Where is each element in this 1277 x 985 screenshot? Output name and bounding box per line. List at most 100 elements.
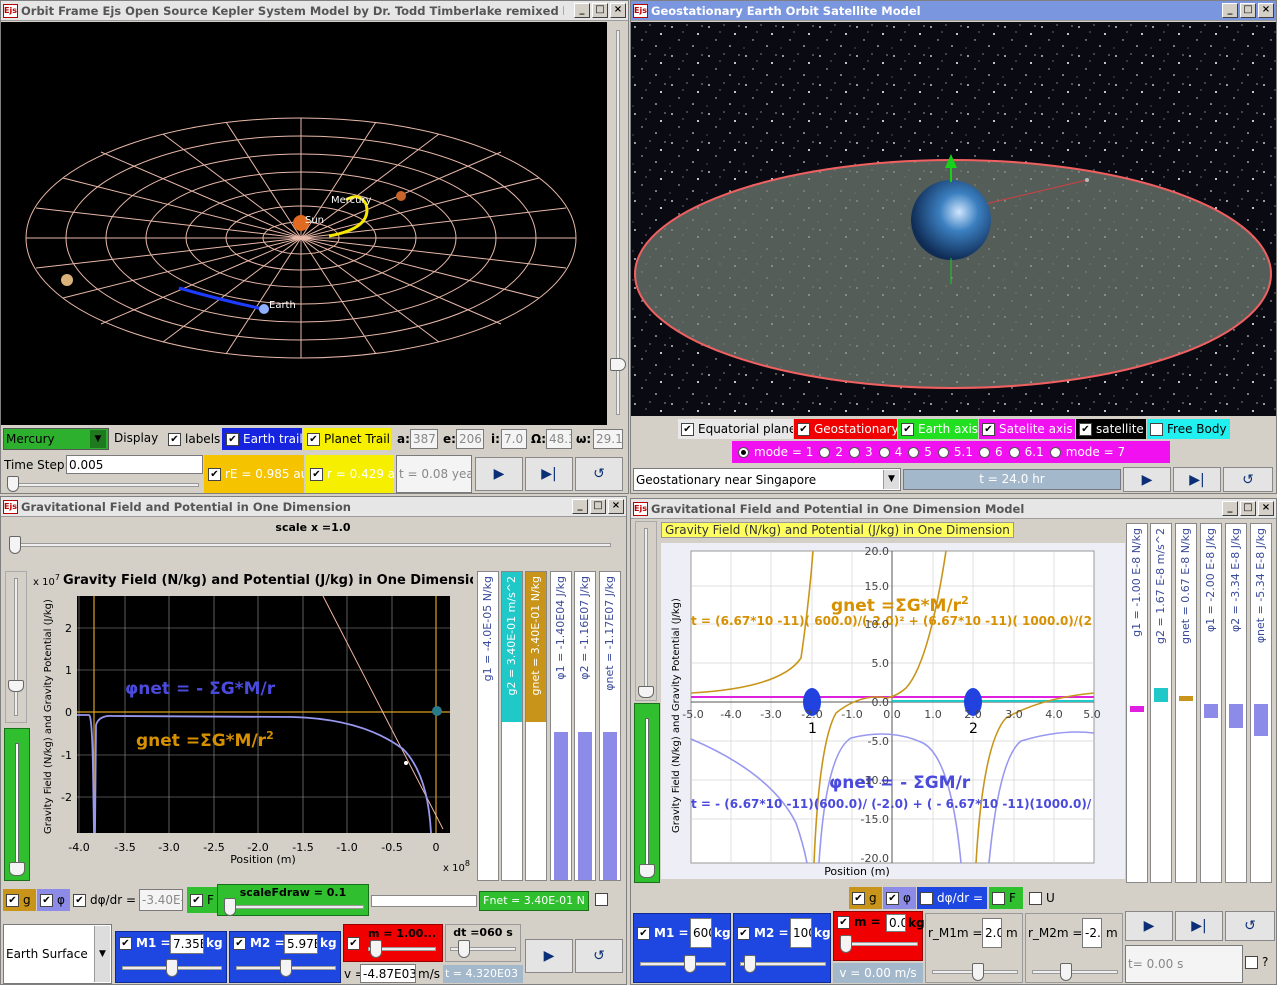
M1-slider[interactable] [166, 959, 178, 977]
dt-slider[interactable]: dt =060 s [445, 924, 521, 962]
M1-field[interactable]: 7.35E [170, 934, 204, 954]
mode-6-1-radio[interactable] [1008, 446, 1020, 458]
close-button[interactable]: × [610, 3, 626, 18]
m-slider[interactable] [370, 940, 382, 958]
M1-field[interactable]: 600 [690, 918, 712, 948]
mode-6-radio[interactable] [979, 446, 991, 458]
satellite-3d-view[interactable] [631, 22, 1277, 416]
labels-checkbox[interactable]: ✔ labels [164, 428, 224, 450]
M2-slider[interactable] [280, 959, 292, 977]
m-field[interactable]: 0.0 [886, 914, 906, 932]
maximize-button[interactable]: □ [1240, 3, 1256, 18]
minimize-button[interactable]: _ [572, 499, 588, 514]
mode-5-radio[interactable] [908, 446, 920, 458]
equatorial-plane-checkbox[interactable]: ✔ Equatorial plane [678, 419, 793, 439]
g-checkbox[interactable]: ✔ g [3, 889, 36, 911]
rM1m-field[interactable]: 2.0 [982, 918, 1002, 948]
checkmark-icon[interactable]: ✔ [347, 937, 360, 950]
reset-button[interactable]: ↺ [1223, 467, 1273, 492]
orbit-3d-view[interactable]: Sun Mercury Earth [1, 22, 607, 425]
dphidr-checkbox[interactable]: ✔ dφ/dr = [73, 889, 136, 911]
rM1m-slider[interactable] [972, 963, 984, 981]
mode-1-radio[interactable] [738, 446, 749, 458]
omega-field[interactable]: 29.1 [593, 429, 623, 449]
rM2m-field[interactable]: -2.0 [1082, 918, 1102, 948]
mode-7-radio[interactable] [1049, 446, 1061, 458]
gravity-model-plot[interactable]: 1 2 gnet =ΣG*M/r2 t = (6.67*10 -11)( 600… [661, 543, 1125, 879]
checkmark-icon: ✔ [73, 893, 86, 907]
mode-4-radio[interactable] [878, 446, 890, 458]
M1-slider[interactable] [684, 955, 696, 973]
checkmark-icon[interactable]: ✔ [637, 926, 650, 940]
F-checkbox[interactable]: F [989, 887, 1023, 909]
minimize-button[interactable]: _ [1222, 501, 1238, 516]
m-slider[interactable] [840, 935, 852, 953]
close-button[interactable]: × [608, 499, 624, 514]
scale-slider[interactable]: scale x =1.0 [3, 519, 623, 561]
planet-trail-checkbox[interactable]: ✔ Planet Trail [303, 428, 391, 450]
rM2m-slider[interactable] [1060, 963, 1072, 981]
i-field[interactable]: 7.0 [501, 429, 527, 449]
play-button[interactable]: ▶ [1123, 467, 1171, 492]
timestep-field[interactable]: 0.005 [66, 455, 203, 474]
preset-select[interactable]: Geostationary near Singapore ▼ [633, 468, 901, 491]
earth-trail-checkbox[interactable]: ✔ Earth trail [222, 428, 302, 450]
extra-checkbox[interactable] [595, 893, 612, 906]
U-checkbox[interactable]: U [1029, 887, 1055, 909]
geostationary-checkbox[interactable]: ✔ Geostationary [794, 419, 897, 439]
dphidr-field: -3.40E- [139, 889, 183, 911]
reset-button[interactable]: ↺ [575, 457, 623, 491]
help-checkbox[interactable]: ? [1245, 955, 1268, 969]
play-button[interactable]: ▶ [525, 939, 573, 973]
close-button[interactable]: × [1258, 501, 1274, 516]
green-vertical-slider[interactable] [4, 728, 30, 881]
planet-select[interactable]: Mercury ▼ [3, 428, 109, 450]
maximize-button[interactable]: □ [1240, 501, 1256, 516]
checkmark-icon[interactable]: ✔ [233, 936, 246, 950]
timestep-slider[interactable] [3, 476, 203, 493]
green-vertical-slider[interactable] [634, 703, 660, 883]
mode-2-radio[interactable] [819, 446, 831, 458]
M2-field[interactable]: 5.97E [284, 934, 318, 954]
vertical-scale-slider[interactable] [635, 521, 657, 701]
satelite-axis-checkbox[interactable]: ✔ Satelite axis [979, 419, 1075, 439]
checkmark-icon[interactable]: ✔ [837, 915, 850, 929]
preset-select[interactable]: Earth Surface ▼ [3, 924, 112, 984]
phi-checkbox[interactable]: ✔ φ [883, 887, 916, 909]
step-button[interactable]: ▶| [1175, 911, 1223, 941]
play-button[interactable]: ▶ [475, 457, 523, 491]
reset-button[interactable]: ↺ [1225, 911, 1275, 941]
step-button[interactable]: ▶| [1173, 467, 1221, 492]
play-button[interactable]: ▶ [1125, 911, 1173, 941]
r-checkbox[interactable]: ✔r = 0.429 au [306, 455, 394, 493]
minimize-button[interactable]: _ [1222, 3, 1238, 18]
earth-axis-checkbox[interactable]: ✔ Earth axis [898, 419, 978, 439]
reset-button[interactable]: ↺ [575, 939, 623, 973]
scaleF-slider[interactable]: scaleFdraw = 0.1 [217, 884, 369, 916]
M2-field[interactable]: 100 [790, 918, 812, 948]
gravity-plot[interactable]: Gravity Field (N/kg) and Potential (J/kg… [33, 569, 473, 879]
minimize-button[interactable]: _ [574, 3, 590, 18]
dphidr-checkbox[interactable]: dφ/dr = [917, 887, 987, 909]
e-field[interactable]: 206 [456, 429, 484, 449]
zoom-slider[interactable] [608, 22, 628, 425]
checkmark-icon[interactable]: ✔ [119, 936, 132, 950]
satellite-checkbox[interactable]: ✔ satellite [1076, 419, 1146, 439]
g-checkbox[interactable]: ✔ g [849, 887, 882, 909]
F-checkbox[interactable]: ✔ F [187, 887, 217, 913]
vertical-scale-slider[interactable] [5, 571, 27, 723]
phi-checkbox[interactable]: ✔ φ [37, 889, 70, 911]
rE-checkbox[interactable]: ✔ rE = 0.985 au [204, 455, 304, 493]
step-button[interactable]: ▶| [525, 457, 573, 491]
M2-slider[interactable] [744, 955, 756, 973]
maximize-button[interactable]: □ [592, 3, 608, 18]
checkmark-icon[interactable]: ✔ [737, 926, 750, 940]
maximize-button[interactable]: □ [590, 499, 606, 514]
close-button[interactable]: × [1258, 3, 1274, 18]
omega-cap-field[interactable]: 48.3 [546, 429, 572, 449]
a-field[interactable]: 387 [410, 429, 438, 449]
mode-3-radio[interactable] [849, 446, 860, 458]
mode-5-1-radio[interactable] [937, 446, 949, 458]
free-body-checkbox[interactable]: Free Body [1147, 419, 1230, 439]
v-field[interactable]: -4.87E03 [360, 964, 416, 983]
